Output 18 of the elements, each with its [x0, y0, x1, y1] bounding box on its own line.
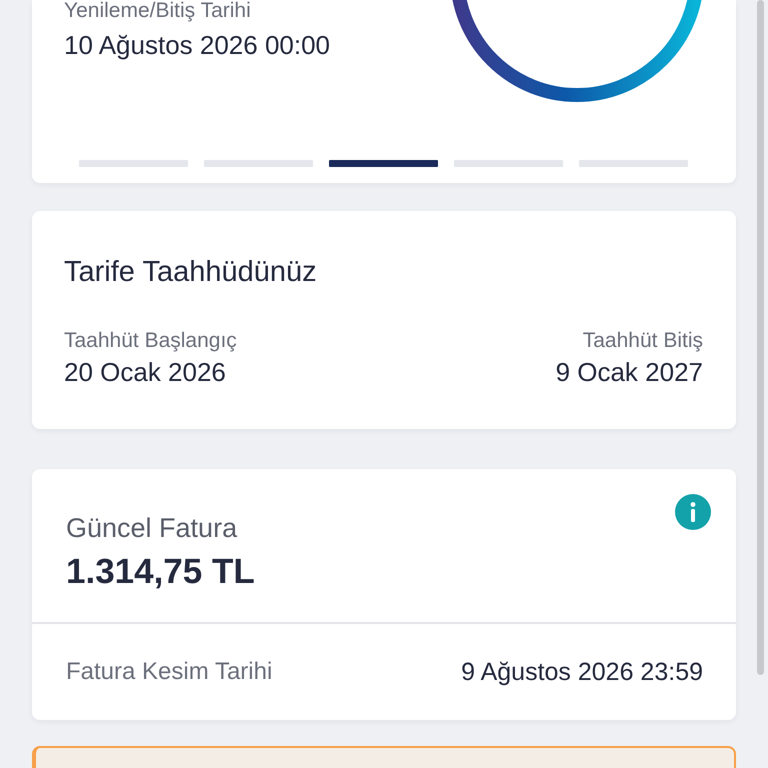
renewal-label: Yenileme/Bitiş Tarihi: [64, 0, 251, 22]
page-indicator[interactable]: [329, 160, 438, 167]
end-label: Taahhüt Bitiş: [582, 329, 703, 353]
page-indicator[interactable]: [79, 160, 188, 167]
start-label: Taahhüt Başlangıç: [64, 329, 237, 353]
renewal-date: 10 Ağustos 2026 00:00: [64, 29, 330, 61]
cutoff-date: 9 Ağustos 2026 23:59: [461, 657, 703, 687]
commitment-title: Tarife Taahhüdünüz: [64, 255, 317, 289]
page-indicator[interactable]: [579, 160, 688, 167]
cutoff-label: Fatura Kesim Tarihi: [66, 657, 272, 687]
invoice-amount: 1.314,75 TL: [66, 552, 255, 592]
scrollbar-thumb[interactable]: [757, 0, 764, 675]
invoice-title: Güncel Fatura: [66, 512, 238, 544]
start-date: 20 Ocak 2026: [64, 357, 226, 387]
page-indicator[interactable]: [454, 160, 563, 167]
end-date: 9 Ocak 2027: [556, 357, 703, 387]
info-icon[interactable]: [675, 494, 711, 530]
page-indicator[interactable]: [204, 160, 313, 167]
